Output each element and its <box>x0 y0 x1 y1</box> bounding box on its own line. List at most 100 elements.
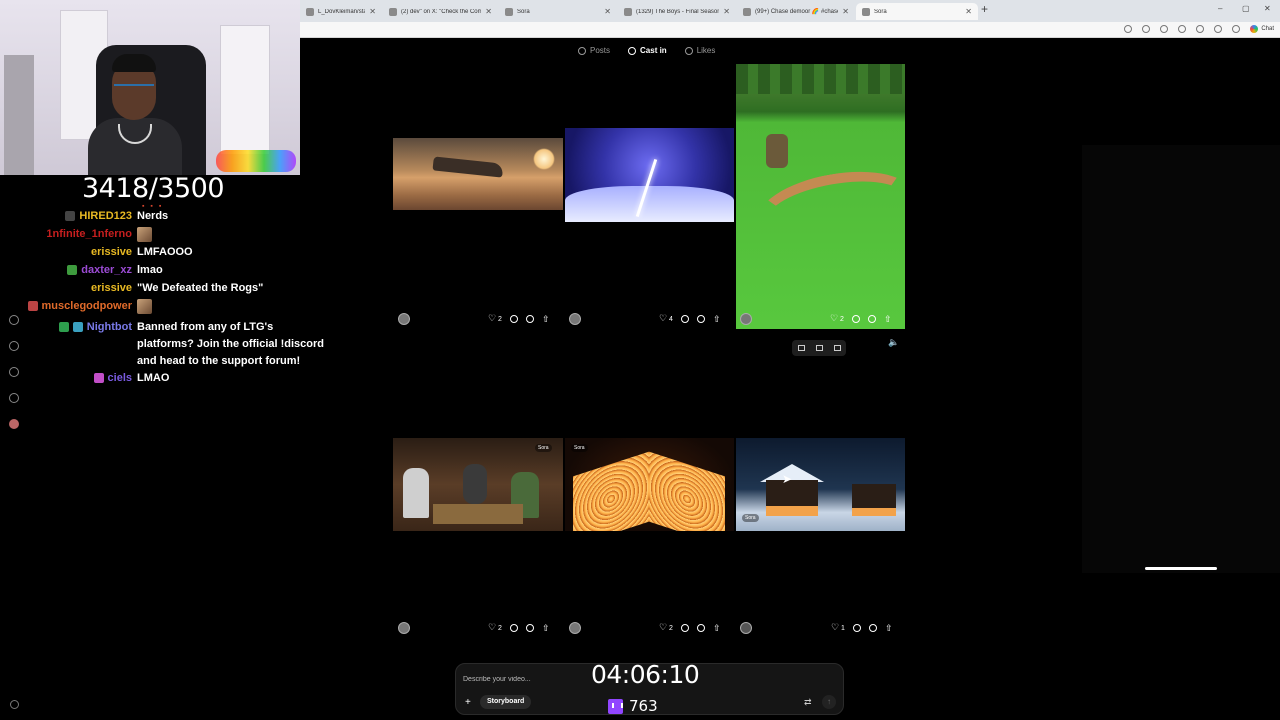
creator-avatar[interactable] <box>569 622 581 634</box>
remix-icon[interactable] <box>696 623 705 632</box>
profile-icon[interactable] <box>1214 25 1222 33</box>
browser-tab[interactable]: (1329) The Boys - Final Season Te ✕ <box>618 3 736 20</box>
like-button[interactable]: ♡ 4 <box>659 314 673 324</box>
like-button[interactable]: ♡ 2 <box>488 623 502 633</box>
remix-icon[interactable] <box>525 314 534 323</box>
minimize-button[interactable]: – <box>1218 4 1222 13</box>
chat-user[interactable]: daxter_xz <box>0 262 132 279</box>
video-snowy-cabin[interactable]: Sora <box>736 438 905 531</box>
chat-username[interactable]: 1nfinite_1nferno <box>46 228 132 240</box>
comment-icon[interactable] <box>680 623 689 632</box>
settings-sliders-icon[interactable]: ⇄ <box>804 697 812 708</box>
chat-username[interactable]: daxter_xz <box>81 264 132 276</box>
volume-icon[interactable]: 🔈 <box>888 337 899 348</box>
chat-username[interactable]: Nightbot <box>87 321 132 333</box>
close-tab-icon[interactable]: ✕ <box>842 7 849 16</box>
browser-tab[interactable]: Sora ✕ <box>856 3 978 20</box>
background-door-2 <box>220 25 270 155</box>
copilot-chat-button[interactable]: Chat <box>1250 25 1274 33</box>
comment-icon[interactable] <box>852 623 861 632</box>
chat-user[interactable]: ciels <box>0 370 132 387</box>
storyboard-button[interactable]: Storyboard <box>480 695 532 709</box>
creator-avatar[interactable] <box>398 622 410 634</box>
comment-icon[interactable] <box>851 314 860 323</box>
search-icon[interactable] <box>9 341 19 351</box>
remix-icon[interactable] <box>868 623 877 632</box>
remix-icon[interactable] <box>696 314 705 323</box>
profile-avatar-icon[interactable] <box>9 419 19 429</box>
refresh-icon[interactable] <box>1160 25 1168 33</box>
close-window-button[interactable]: ✕ <box>1264 4 1271 13</box>
chat-user[interactable]: musclegodpower <box>0 298 132 315</box>
chat-user[interactable]: 1nfinite_1nferno <box>0 226 132 243</box>
close-tab-icon[interactable]: ✕ <box>723 7 730 16</box>
browser-tab[interactable]: L_DovKleiman/status/19✕ <box>300 3 382 20</box>
panel-scrollbar[interactable] <box>1145 567 1217 570</box>
remix-icon[interactable] <box>797 345 805 351</box>
video-glowing-book[interactable]: Sora <box>565 438 734 531</box>
chat-user[interactable]: HIRED123 <box>0 208 132 225</box>
creator-avatar[interactable] <box>740 622 752 634</box>
share-icon[interactable]: ⇧ <box>542 623 550 632</box>
like-button[interactable]: ♡ 2 <box>659 623 673 633</box>
like-button[interactable]: ♡ 2 <box>830 314 844 324</box>
like-count: 2 <box>840 316 844 323</box>
chat-user[interactable]: Nightbot <box>0 319 132 336</box>
gear-icon[interactable] <box>10 700 19 709</box>
settings-icon[interactable] <box>1232 25 1240 33</box>
share-icon[interactable]: ⇧ <box>713 623 721 632</box>
maximize-button[interactable]: ▢ <box>1242 4 1250 13</box>
browser-tab[interactable]: (2) dev" on X: "Check the Comme✕ <box>383 3 498 20</box>
profile-tab[interactable]: Posts <box>578 46 610 55</box>
sora-watermark: Sora <box>535 444 552 452</box>
tab-favicon-icon <box>862 7 870 16</box>
close-tab-icon[interactable]: ✕ <box>965 7 972 16</box>
trophy-icon[interactable] <box>9 367 19 377</box>
share-icon[interactable]: ⇧ <box>885 623 893 632</box>
profile-tab[interactable]: Cast in <box>628 46 667 55</box>
home-icon[interactable] <box>9 315 19 325</box>
comment-icon[interactable] <box>509 314 518 323</box>
chat-username[interactable]: ciels <box>108 372 132 384</box>
comment-icon[interactable] <box>680 314 689 323</box>
video-desert-ship[interactable] <box>393 138 563 210</box>
favorite-star-icon[interactable] <box>1142 25 1150 33</box>
close-tab-icon[interactable]: ✕ <box>604 7 611 16</box>
like-button[interactable]: ♡ 2 <box>488 314 502 324</box>
browser-tab[interactable]: Sora ✕ <box>499 3 617 20</box>
chat-user[interactable]: erissive <box>0 244 132 261</box>
new-tab-button[interactable]: + <box>981 2 988 16</box>
profile-tab[interactable]: Likes <box>684 46 715 55</box>
chat-text: Banned from any of LTG's platforms? Join… <box>137 319 332 370</box>
bell-icon[interactable] <box>9 393 19 403</box>
cameo-icon[interactable] <box>833 345 841 351</box>
chat-username[interactable]: HIRED123 <box>79 210 132 222</box>
remix-icon[interactable] <box>525 623 534 632</box>
share-icon[interactable]: ⇧ <box>542 314 550 323</box>
favorites-icon[interactable] <box>1196 25 1204 33</box>
browser-tab[interactable]: (99+) Chase demoor 🌈 #chase ✕ <box>737 3 855 20</box>
video-tabletop-game[interactable]: Sora <box>393 438 563 531</box>
remix-icon[interactable] <box>867 314 876 323</box>
chat-username[interactable]: erissive <box>91 282 132 294</box>
chat-message: Nightbot Banned from any of LTG's platfor… <box>0 319 332 370</box>
chat-user[interactable]: erissive <box>0 280 132 297</box>
creator-avatar[interactable] <box>398 313 410 325</box>
like-button[interactable]: ♡ 1 <box>831 623 845 633</box>
chat-username[interactable]: musclegodpower <box>42 300 132 312</box>
close-tab-icon[interactable]: ✕ <box>369 7 376 16</box>
creator-avatar[interactable] <box>740 313 752 325</box>
send-button[interactable]: ↑ <box>822 695 836 709</box>
add-media-button[interactable]: + <box>465 697 471 708</box>
creator-avatar[interactable] <box>569 313 581 325</box>
read-aloud-icon[interactable] <box>1124 25 1132 33</box>
extensions-icon[interactable] <box>1178 25 1186 33</box>
video-pixel-field[interactable] <box>736 64 905 329</box>
comment-icon[interactable] <box>509 623 518 632</box>
clip-icon[interactable] <box>815 345 823 351</box>
share-icon[interactable]: ⇧ <box>884 314 892 323</box>
share-icon[interactable]: ⇧ <box>713 314 721 323</box>
close-tab-icon[interactable]: ✕ <box>485 7 492 16</box>
video-lightning-storm[interactable] <box>565 128 734 222</box>
chat-username[interactable]: erissive <box>91 246 132 258</box>
